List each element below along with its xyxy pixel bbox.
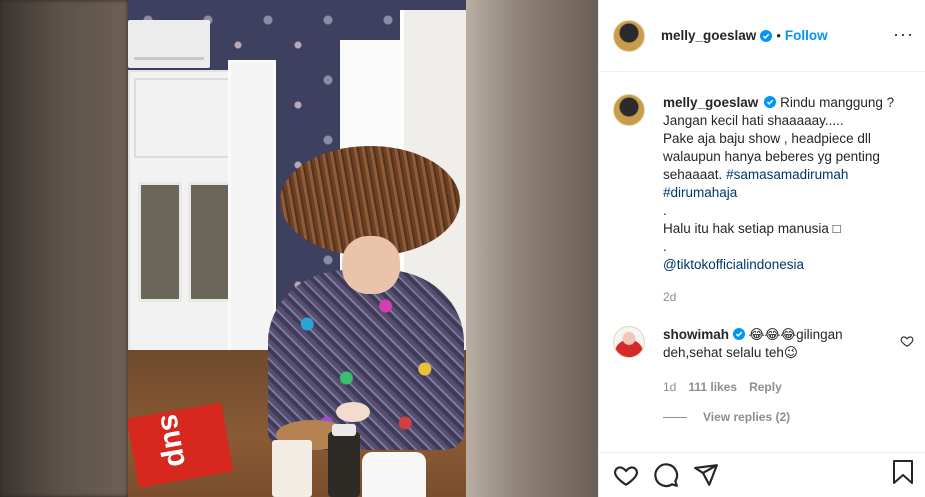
comment-timestamp[interactable]: 1d (663, 378, 676, 396)
separator-dot: • (776, 28, 781, 43)
header-user-row: melly_goeslaw • Follow (661, 28, 828, 43)
air-conditioner (128, 20, 210, 68)
more-options-icon[interactable]: ··· (893, 24, 914, 44)
jar (328, 424, 360, 497)
view-replies-line (663, 416, 687, 418)
person-face (342, 236, 400, 294)
window-left (228, 60, 276, 360)
comment-meta: 1d 111 likes Reply (663, 378, 889, 396)
share-icon[interactable] (693, 462, 719, 488)
avatar[interactable] (613, 19, 645, 52)
caption-halu-emoji: □ (832, 221, 841, 236)
caption-line-5: sehaaaat. #samasamadirumah (663, 166, 913, 184)
comment-likes[interactable]: 111 likes (688, 380, 737, 394)
comment-avatar[interactable] (613, 326, 645, 358)
cabinet-top-panel (134, 78, 232, 158)
comment-like-heart-icon[interactable] (900, 334, 914, 348)
comments-section: melly_goeslaw Rindu manggung ? Jangan ke… (599, 72, 925, 452)
comment-text-2: deh,sehat selalu teh (663, 345, 784, 360)
caption-dot-2: . (663, 239, 667, 254)
video-blur-left (0, 0, 128, 497)
caption-text: melly_goeslaw Rindu manggung ? Jangan ke… (663, 94, 913, 306)
caption-line-4: walaupun hanya beberes yg penting (663, 149, 880, 164)
verified-badge-icon (760, 29, 773, 42)
reply-button[interactable]: Reply (749, 378, 782, 396)
hashtag-samasamadirumah[interactable]: #samasamadirumah (726, 167, 848, 182)
cabinet-glass-left (138, 182, 182, 302)
post-caption: melly_goeslaw Rindu manggung ? Jangan ke… (613, 94, 913, 306)
caption-timestamp[interactable]: 2d (663, 288, 913, 306)
follow-button[interactable]: Follow (785, 28, 828, 43)
cup (272, 440, 312, 497)
tissue (362, 452, 426, 497)
post-video[interactable]: sup (0, 0, 598, 497)
action-bar (599, 452, 925, 497)
book-text: sup (153, 410, 196, 470)
caption-username[interactable]: melly_goeslaw (663, 95, 758, 110)
comment-item: showimah 😂😂😂gilingan deh,sehat selalu te… (613, 326, 913, 396)
comment-text-1: gilingan (796, 327, 843, 342)
view-replies-label: View replies (2) (703, 410, 791, 424)
caption-dot-1: . (663, 203, 667, 218)
comment-line-2: deh,sehat selalu teh😉 (663, 344, 889, 362)
comment-emoji-2: 😉 (783, 345, 798, 360)
caption-line-5-text: sehaaaat. (663, 167, 723, 182)
verified-badge-icon (764, 96, 777, 108)
comment-text: showimah 😂😂😂gilingan deh,sehat selalu te… (663, 326, 889, 396)
bookmark-icon[interactable] (891, 459, 915, 485)
author-username[interactable]: melly_goeslaw (661, 28, 756, 43)
post-side-panel: melly_goeslaw • Follow ··· melly_goeslaw… (598, 0, 925, 497)
caption-avatar[interactable] (613, 94, 645, 126)
caption-halu-line: Halu itu hak setiap manusia □ (663, 220, 913, 238)
heart-icon[interactable] (613, 462, 639, 488)
comment-icon[interactable] (653, 462, 679, 488)
post-header: melly_goeslaw • Follow ··· (599, 0, 925, 72)
video-frame[interactable]: sup (128, 0, 466, 497)
video-blur-right (466, 0, 598, 497)
view-replies-button[interactable]: View replies (2) (663, 410, 790, 424)
person-hand (336, 402, 370, 422)
verified-badge-icon (733, 328, 746, 340)
mention-tiktokofficialindonesia[interactable]: @tiktokofficialindonesia (663, 256, 913, 274)
caption-line-2: Jangan kecil hati shaaaaay..... (663, 113, 844, 128)
instagram-post: sup melly_goeslaw • Follow ··· melly_goe… (0, 0, 925, 497)
white-cabinet (128, 70, 238, 370)
caption-line-1: Rindu manggung ? (780, 95, 895, 110)
caption-line-3: Pake aja baju show , headpiece dll (663, 131, 871, 146)
comment-username[interactable]: showimah (663, 327, 729, 342)
cabinet-glass-right (188, 182, 232, 302)
comment-emoji: 😂😂😂 (748, 327, 797, 342)
hashtag-dirumahaja[interactable]: #dirumahaja (663, 184, 913, 202)
caption-halu-text: Halu itu hak setiap manusia (663, 221, 833, 236)
